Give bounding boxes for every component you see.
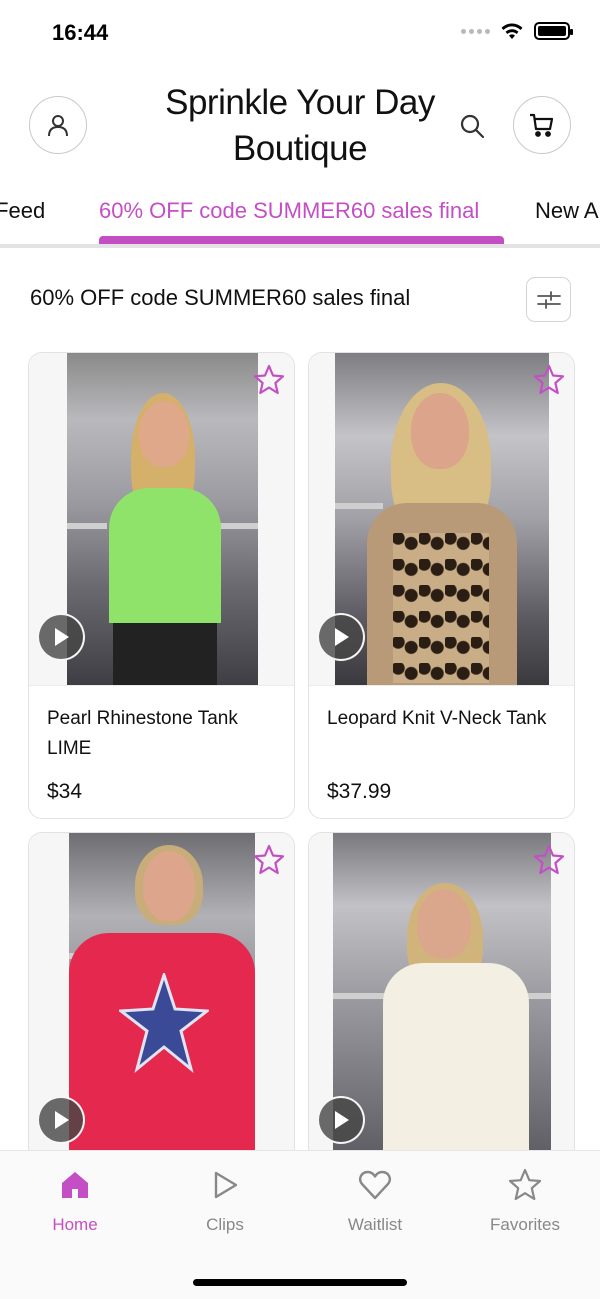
nav-clips-label: Clips <box>206 1215 244 1234</box>
nav-favorites[interactable]: Favorites <box>450 1167 600 1235</box>
search-button[interactable] <box>456 110 488 142</box>
favorite-star-icon[interactable] <box>252 843 286 877</box>
nav-home-label: Home <box>52 1215 98 1234</box>
heart-icon <box>359 1170 391 1200</box>
play-video-button[interactable] <box>317 613 365 661</box>
status-bar: 16:44 <box>0 0 600 66</box>
nav-waitlist[interactable]: Waitlist <box>300 1167 450 1235</box>
play-icon <box>335 628 349 646</box>
product-media[interactable] <box>29 833 294 1166</box>
play-icon <box>55 1111 69 1129</box>
bottom-navigation: Home Clips Waitlist Favorites <box>0 1150 600 1299</box>
product-media[interactable] <box>309 833 574 1166</box>
star-icon <box>508 1168 542 1201</box>
active-tab-indicator <box>99 236 504 244</box>
nav-home[interactable]: Home <box>0 1167 150 1235</box>
product-price: $37.99 <box>327 780 392 803</box>
product-media[interactable] <box>29 353 294 686</box>
home-indicator <box>193 1279 407 1286</box>
category-tabs: y Feed 60% OFF code SUMMER60 sales final… <box>0 188 600 248</box>
battery-icon <box>534 22 573 40</box>
play-icon <box>335 1111 349 1129</box>
product-media[interactable] <box>309 353 574 686</box>
nav-clips[interactable]: Clips <box>150 1167 300 1235</box>
product-price: $34 <box>47 780 83 803</box>
nav-waitlist-label: Waitlist <box>347 1215 403 1234</box>
play-video-button[interactable] <box>37 613 85 661</box>
product-photo <box>69 833 255 1165</box>
product-card[interactable]: Pearl Rhinestone Tank LIME $34 <box>28 352 295 819</box>
home-icon <box>62 1172 88 1198</box>
favorite-star-icon[interactable] <box>252 363 286 397</box>
tab-sale[interactable]: 60% OFF code SUMMER60 sales final <box>99 198 479 224</box>
product-photo <box>333 833 551 1165</box>
play-video-button[interactable] <box>317 1096 365 1144</box>
wifi-icon <box>501 23 523 39</box>
product-photo <box>335 353 549 685</box>
play-video-button[interactable] <box>37 1096 85 1144</box>
user-icon <box>48 115 68 137</box>
product-name: Leopard Knit V-Neck Tank <box>327 708 547 729</box>
cart-button[interactable] <box>513 96 571 154</box>
filter-button[interactable] <box>526 277 571 322</box>
nav-favorites-label: Favorites <box>490 1215 560 1234</box>
play-icon <box>214 1171 238 1199</box>
product-photo <box>67 353 258 685</box>
app-header: Sprinkle Your Day Boutique <box>0 70 600 180</box>
profile-button[interactable] <box>29 96 87 154</box>
product-card[interactable]: Leopard Knit V-Neck Tank $37.99 <box>308 352 575 819</box>
sliders-icon <box>536 290 561 309</box>
tab-new-arrivals[interactable]: New A <box>535 198 599 224</box>
search-icon <box>460 114 485 139</box>
store-title: Sprinkle Your Day Boutique <box>165 83 435 168</box>
product-name: Pearl Rhinestone Tank LIME <box>47 708 238 759</box>
tab-feed[interactable]: y Feed <box>0 198 45 224</box>
favorite-star-icon[interactable] <box>532 363 566 397</box>
favorite-star-icon[interactable] <box>532 843 566 877</box>
status-time: 16:44 <box>52 20 109 45</box>
section-title: 60% OFF code SUMMER60 sales final <box>30 285 411 310</box>
cart-icon <box>530 113 554 137</box>
signal-icon <box>461 28 490 34</box>
status-icons <box>461 22 573 40</box>
play-icon <box>55 628 69 646</box>
